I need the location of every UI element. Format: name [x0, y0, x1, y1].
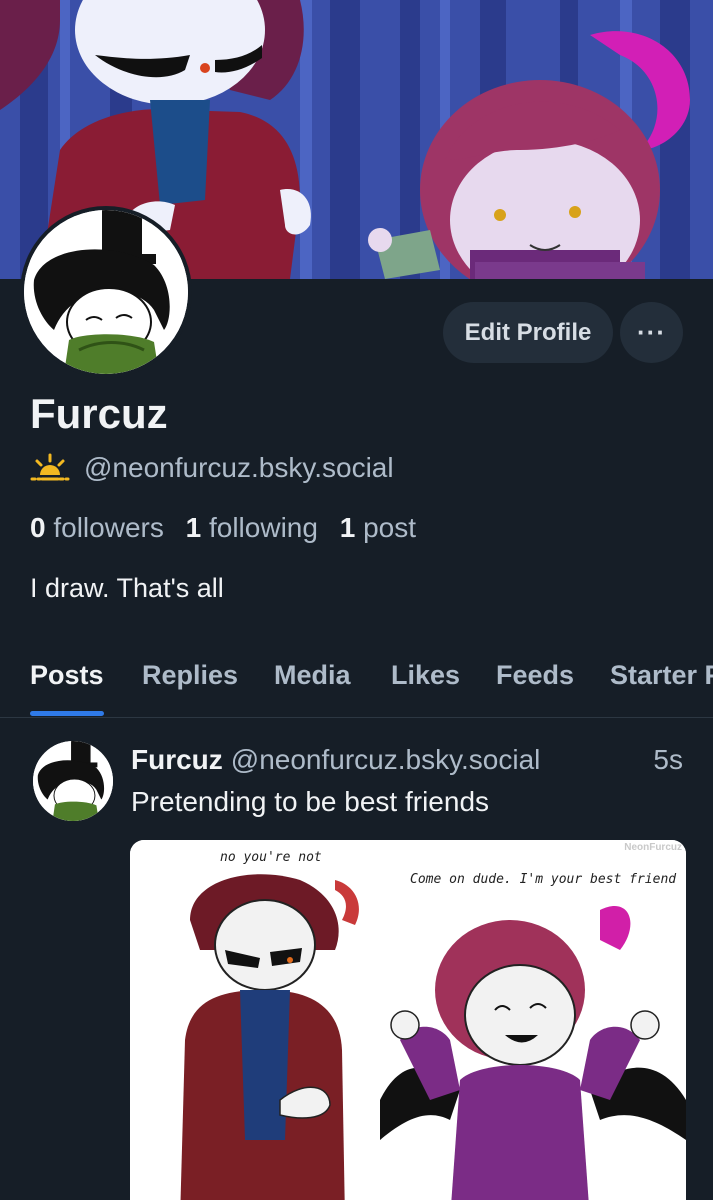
image-caption-left: no you're not [220, 850, 322, 865]
handle-row: @neonfurcuz.bsky.social [30, 452, 394, 484]
image-watermark: NeonFurcuz [624, 842, 682, 853]
post-header: Furcuz @neonfurcuz.bsky.social [131, 744, 540, 776]
active-tab-indicator [30, 711, 104, 716]
profile-avatar[interactable] [20, 206, 192, 378]
profile-handle: @neonfurcuz.bsky.social [84, 452, 394, 483]
more-options-button[interactable]: ··· [620, 302, 683, 363]
posts-label: post [363, 512, 417, 543]
post-text: Pretending to be best friends [131, 786, 490, 817]
post-image[interactable]: no you're not Come on dude. I'm your bes… [130, 840, 686, 1200]
followers-label: followers [53, 512, 164, 543]
post-author-handle[interactable]: @neonfurcuz.bsky.social [231, 744, 541, 775]
tab-likes[interactable]: Likes [391, 660, 460, 691]
profile-stats: 0 followers 1 following 1 post [30, 512, 416, 544]
following-link[interactable]: 1 following [186, 512, 318, 543]
profile-bio: I draw. That's all [30, 573, 224, 603]
post-image-artwork [130, 840, 686, 1200]
post-avatar-artwork [33, 741, 113, 821]
image-caption-right: Come on dude. I'm your best friend [410, 872, 677, 887]
tab-posts[interactable]: Posts [30, 660, 104, 691]
following-count: 1 [185, 512, 202, 543]
edit-profile-button[interactable]: Edit Profile [443, 302, 613, 363]
tab-media[interactable]: Media [274, 660, 351, 691]
following-label: following [208, 512, 318, 543]
posts-count: 1 [339, 512, 356, 543]
display-name: Furcuz [30, 390, 168, 437]
profile-tabs: Posts Replies Media Likes Feeds Starter … [0, 648, 713, 718]
posts-stat: 1 post [340, 512, 416, 543]
tab-replies[interactable]: Replies [142, 660, 238, 691]
tab-feeds[interactable]: Feeds [496, 660, 574, 691]
avatar-artwork [24, 210, 188, 374]
followers-link[interactable]: 0 followers [30, 512, 164, 543]
followers-count: 0 [30, 512, 46, 543]
post-author-name[interactable]: Furcuz [131, 744, 223, 775]
post-author-avatar[interactable] [33, 741, 113, 821]
post-timestamp[interactable]: 5s [653, 744, 683, 776]
ellipsis-icon: ··· [637, 317, 666, 347]
sunrise-icon [30, 453, 70, 481]
tab-starter-packs[interactable]: Starter Packs [610, 660, 713, 691]
